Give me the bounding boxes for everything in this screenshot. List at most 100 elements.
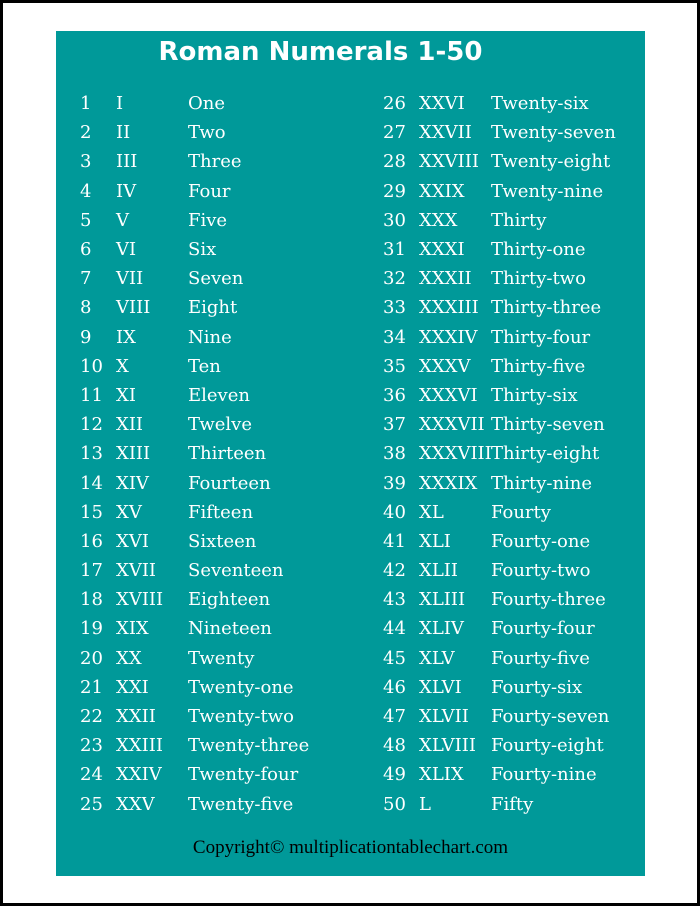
number-word: Three bbox=[188, 151, 242, 173]
numeral-row: 1 I One bbox=[80, 89, 309, 118]
number-word: Two bbox=[188, 122, 226, 144]
arabic-number: 18 bbox=[80, 589, 103, 611]
number-word: Fourty-seven bbox=[491, 706, 610, 728]
numeral-row: 36 XXXVI Thirty-six bbox=[383, 381, 616, 410]
arabic-number: 30 bbox=[383, 209, 406, 231]
roman-numeral: L bbox=[419, 793, 431, 815]
arabic-number: 23 bbox=[80, 735, 103, 757]
roman-numeral: XXIV bbox=[116, 764, 162, 786]
numeral-row: 22 XXII Twenty-two bbox=[80, 702, 309, 731]
numeral-row: 3 III Three bbox=[80, 147, 309, 176]
arabic-number: 5 bbox=[80, 209, 92, 231]
numeral-row: 24 XXIV Twenty-four bbox=[80, 760, 309, 789]
roman-numeral: XLVIII bbox=[419, 735, 476, 757]
right-column: 26 XXVI Twenty-six 27 XXVII Twenty-seven 28 XXV… bbox=[383, 89, 616, 819]
number-word: Seven bbox=[188, 268, 244, 290]
numeral-row: 35 XXXV Thirty-five bbox=[383, 352, 616, 381]
number-word: Eighteen bbox=[188, 589, 271, 611]
number-word: Thirty-six bbox=[491, 384, 578, 406]
number-word: Thirteen bbox=[188, 443, 267, 465]
arabic-number: 44 bbox=[383, 618, 406, 640]
arabic-number: 1 bbox=[80, 93, 92, 115]
number-word: Thirty-four bbox=[491, 326, 591, 348]
numeral-row: 48 XLVIII Fourty-eight bbox=[383, 731, 616, 760]
number-word: Fourty-one bbox=[491, 530, 591, 552]
arabic-number: 22 bbox=[80, 706, 103, 728]
number-word: Fourty bbox=[491, 501, 551, 523]
roman-numeral: I bbox=[116, 93, 124, 115]
numeral-row: 38 XXXVIII Thirty-eight bbox=[383, 439, 616, 468]
number-word: Fourty-three bbox=[491, 589, 606, 611]
number-word: Twenty-one bbox=[188, 676, 294, 698]
numeral-row: 42 XLII Fourty-two bbox=[383, 556, 616, 585]
roman-numeral: XIX bbox=[116, 618, 149, 640]
numeral-row: 34 XXXIV Thirty-four bbox=[383, 323, 616, 352]
roman-numeral: XIII bbox=[116, 443, 151, 465]
roman-numeral: XXXV bbox=[419, 355, 471, 377]
page-title: Roman Numerals 1-50 bbox=[158, 37, 483, 67]
roman-numeral: XXXVI bbox=[419, 384, 478, 406]
arabic-number: 13 bbox=[80, 443, 103, 465]
arabic-number: 38 bbox=[383, 443, 406, 465]
arabic-number: 10 bbox=[80, 355, 103, 377]
arabic-number: 50 bbox=[383, 793, 406, 815]
roman-numeral: XIV bbox=[116, 472, 149, 494]
roman-numeral: XLII bbox=[419, 560, 458, 582]
numeral-row: 7 VII Seven bbox=[80, 264, 309, 293]
number-word: Twenty bbox=[188, 647, 255, 669]
arabic-number: 35 bbox=[383, 355, 406, 377]
number-word: Fourty-two bbox=[491, 560, 591, 582]
arabic-number: 25 bbox=[80, 793, 103, 815]
roman-numeral: XVIII bbox=[116, 589, 164, 611]
arabic-number: 9 bbox=[80, 326, 92, 348]
roman-numeral: VIII bbox=[116, 297, 151, 319]
numeral-row: 10 X Ten bbox=[80, 352, 309, 381]
roman-numeral: XXV bbox=[116, 793, 155, 815]
numeral-row: 12 XII Twelve bbox=[80, 410, 309, 439]
arabic-number: 8 bbox=[80, 297, 92, 319]
arabic-number: 12 bbox=[80, 414, 103, 436]
numeral-row: 5 V Five bbox=[80, 206, 309, 235]
roman-numeral: II bbox=[116, 122, 131, 144]
arabic-number: 2 bbox=[80, 122, 92, 144]
numeral-row: 19 XIX Nineteen bbox=[80, 614, 309, 643]
number-word: Thirty-nine bbox=[491, 472, 593, 494]
roman-numeral: XX bbox=[116, 647, 142, 669]
number-word: Twenty-eight bbox=[491, 151, 611, 173]
arabic-number: 36 bbox=[383, 384, 406, 406]
numeral-row: 43 XLIII Fourty-three bbox=[383, 585, 616, 614]
arabic-number: 45 bbox=[383, 647, 406, 669]
numeral-row: 23 XXIII Twenty-three bbox=[80, 731, 309, 760]
number-word: Fourty-six bbox=[491, 676, 583, 698]
roman-numeral: XXVIII bbox=[419, 151, 479, 173]
number-word: Four bbox=[188, 180, 231, 202]
number-word: Thirty-one bbox=[491, 239, 586, 261]
numeral-row: 11 XI Eleven bbox=[80, 381, 309, 410]
number-word: Thirty-eight bbox=[491, 443, 600, 465]
roman-numeral: XXXIII bbox=[419, 297, 479, 319]
numeral-row: 21 XXI Twenty-one bbox=[80, 673, 309, 702]
arabic-number: 49 bbox=[383, 764, 406, 786]
roman-numeral: XXIX bbox=[419, 180, 465, 202]
arabic-number: 21 bbox=[80, 676, 103, 698]
roman-numeral: XXXI bbox=[419, 239, 465, 261]
numeral-row: 29 XXIX Twenty-nine bbox=[383, 177, 616, 206]
numeral-row: 20 XX Twenty bbox=[80, 644, 309, 673]
roman-numeral: XLV bbox=[419, 647, 455, 669]
number-word: Thirty-seven bbox=[491, 414, 605, 436]
number-word: Twenty-three bbox=[188, 735, 310, 757]
arabic-number: 14 bbox=[80, 472, 103, 494]
number-word: Five bbox=[188, 209, 228, 231]
roman-numeral: XXVI bbox=[419, 93, 465, 115]
number-word: Thirty bbox=[491, 209, 547, 231]
roman-numeral: IV bbox=[116, 180, 137, 202]
number-word: Fifteen bbox=[188, 501, 254, 523]
numeral-row: 28 XXVIII Twenty-eight bbox=[383, 147, 616, 176]
arabic-number: 7 bbox=[80, 268, 92, 290]
roman-numeral: XII bbox=[116, 414, 144, 436]
number-word: Fourteen bbox=[188, 472, 271, 494]
numeral-row: 14 XIV Fourteen bbox=[80, 468, 309, 497]
numerals-panel: Roman Numerals 1-50 1 I One 2 II Two 3 III Three… bbox=[56, 31, 645, 876]
numeral-row: 25 XXV Twenty-five bbox=[80, 790, 309, 819]
numeral-row: 6 VI Six bbox=[80, 235, 309, 264]
